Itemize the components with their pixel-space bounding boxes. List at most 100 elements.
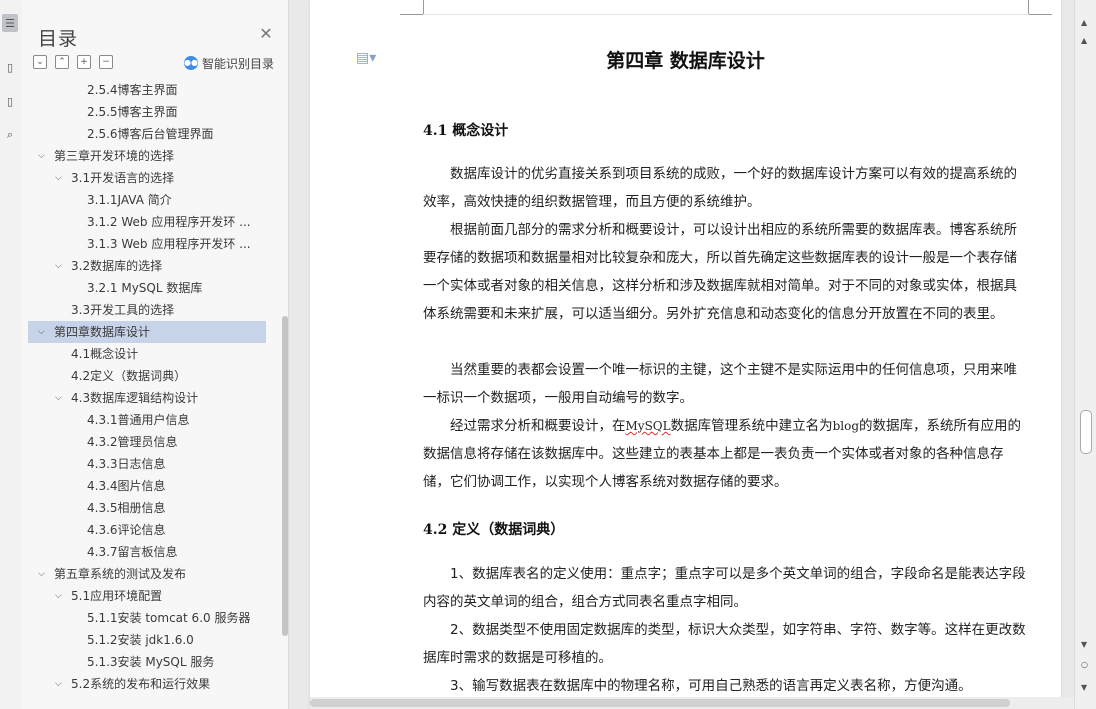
remove-icon[interactable]: − bbox=[99, 55, 113, 69]
toc-item[interactable]: 2.5.5博客主界面 bbox=[28, 101, 266, 123]
collapse-all-icon[interactable]: ⌃ bbox=[55, 55, 69, 69]
toc-item[interactable]: ⌵ 5.1应用环境配置 bbox=[28, 585, 266, 607]
paragraph: 3、输写数据表在数据库中的物理名称，可用自己熟悉的语言再定义表名称，方便沟通。 bbox=[450, 678, 972, 694]
toc-item[interactable]: 3.3开发工具的选择 bbox=[28, 299, 266, 321]
toc-item-label: 2.5.6博客后台管理界面 bbox=[87, 127, 214, 141]
toc-list: 2.5.4博客主界面 2.5.5博客主界面 2.5.6博客后台管理界面 ⌵ 第三章开发环… bbox=[28, 79, 266, 699]
page-top-edge bbox=[423, 14, 1029, 15]
toc-item-label: 4.3.6评论信息 bbox=[87, 523, 166, 537]
scroll-up-icon[interactable]: ▲ bbox=[1081, 36, 1087, 45]
paragraph: 1、数据库表名的定义使用：重点字；重点字可以是多个英文单词的组合，字段命名是能表… bbox=[423, 566, 1026, 610]
chapter-title: 第四章 数据库设计 bbox=[606, 50, 765, 72]
toc-panel: 目录 ✕ ⌄ ⌃ + − ●● 智能识别目录 2.5.4博客主界面 2.5.5博客… bbox=[22, 0, 289, 709]
expand-all-icon[interactable]: ⌄ bbox=[33, 55, 47, 69]
toc-item-label: 4.1概念设计 bbox=[71, 347, 139, 361]
paragraph: 数据库设计的优劣直接关系到项目系统的成败，一个好的数据库设计方案可以有效的提高系… bbox=[423, 166, 1017, 210]
toc-item-label: 3.2.1 MySQL 数据库 bbox=[87, 281, 203, 295]
toc-item[interactable]: 4.3.2管理员信息 bbox=[28, 431, 266, 453]
toc-item-label: 第三章开发环境的选择 bbox=[54, 149, 175, 163]
toc-item[interactable]: 4.1概念设计 bbox=[28, 343, 266, 365]
toc-item-label: 4.3.3日志信息 bbox=[87, 457, 166, 471]
toc-item[interactable]: 4.3.1普通用户信息 bbox=[28, 409, 266, 431]
chevron-down-icon[interactable]: ⌵ bbox=[38, 563, 45, 585]
vertical-scrollbar[interactable]: ▲ ▲ ▼ ○ ▼ bbox=[1074, 0, 1096, 709]
chevron-down-icon[interactable]: ⌵ bbox=[55, 673, 62, 695]
page-corner-mark bbox=[423, 0, 424, 14]
toc-item-label: 3.1.3 Web 应用程序开发环 ... bbox=[87, 237, 251, 251]
bookmark-icon[interactable]: ▯ bbox=[2, 58, 18, 76]
page-dot-icon[interactable]: ○ bbox=[1081, 660, 1088, 669]
toc-item[interactable]: 3.1.2 Web 应用程序开发环 ... bbox=[28, 211, 266, 233]
hscroll-thumb[interactable] bbox=[310, 699, 1010, 707]
toc-item-label: 第五章系统的测试及发布 bbox=[54, 567, 187, 581]
toc-item-label: 5.1.2安装 jdk1.6.0 bbox=[87, 633, 194, 647]
toc-icon[interactable]: ☰ bbox=[2, 14, 18, 32]
toc-item[interactable]: 2.5.6博客后台管理界面 bbox=[28, 123, 266, 145]
paragraph: 当然重要的表都会设置一个唯一标识的主键，这个主键不是实际运用中的任何信息项，只用… bbox=[423, 362, 1017, 406]
toc-item[interactable]: ⌵ 第四章数据库设计 bbox=[28, 321, 266, 343]
toc-item[interactable]: ⌵ 4.3数据库逻辑结构设计 bbox=[28, 387, 266, 409]
robot-icon: ●● bbox=[184, 56, 198, 70]
toc-item-label: 3.1.1JAVA 简介 bbox=[87, 193, 172, 207]
toc-item-label: 3.2数据库的选择 bbox=[71, 259, 163, 273]
text-run-blog: blog bbox=[832, 419, 860, 433]
scroll-down-icon[interactable]: ▼ bbox=[1081, 683, 1087, 692]
toc-item-label: 3.1.2 Web 应用程序开发环 ... bbox=[87, 215, 251, 229]
page-corner-mark bbox=[1028, 14, 1052, 15]
toc-item[interactable]: 3.2.1 MySQL 数据库 bbox=[28, 277, 266, 299]
toc-item[interactable]: 4.2定义（数据词典） bbox=[28, 365, 266, 387]
chevron-down-icon[interactable]: ⌵ bbox=[55, 387, 62, 409]
toc-toolbar: ⌄ ⌃ + − bbox=[33, 55, 113, 71]
toc-item-label: 4.3.4图片信息 bbox=[87, 479, 166, 493]
toc-item[interactable]: 5.1.1安装 tomcat 6.0 服务器 bbox=[28, 607, 266, 629]
text-run: 数据库管理系统中建立名为 bbox=[670, 418, 833, 434]
chevron-down-icon[interactable]: ⌵ bbox=[38, 321, 45, 343]
toc-item-label: 5.1.3安装 MySQL 服务 bbox=[87, 655, 215, 669]
toc-item[interactable]: ⌵ 第三章开发环境的选择 bbox=[28, 145, 266, 167]
toc-item[interactable]: ⌵ 5.2系统的发布和运行效果 bbox=[28, 673, 266, 695]
search-icon[interactable]: ⌕ bbox=[2, 126, 18, 144]
toc-item-label: 4.3.2管理员信息 bbox=[87, 435, 178, 449]
toc-item[interactable]: ⌵ 3.1开发语言的选择 bbox=[28, 167, 266, 189]
section-title: 4.2 定义（数据词典） bbox=[423, 522, 565, 538]
toc-item[interactable]: 5.1.3安装 MySQL 服务 bbox=[28, 651, 266, 673]
toc-item-label: 第四章数据库设计 bbox=[54, 325, 151, 339]
toc-item[interactable]: 5.1.2安装 jdk1.6.0 bbox=[28, 629, 266, 651]
side-icon-strip: ☰ ▯ ▯ ⌕ bbox=[0, 0, 23, 709]
add-icon[interactable]: + bbox=[77, 55, 91, 69]
toc-item-label: 5.1应用环境配置 bbox=[71, 589, 163, 603]
toc-item[interactable]: 4.3.4图片信息 bbox=[28, 475, 266, 497]
toc-item-label: 4.2定义（数据词典） bbox=[71, 369, 187, 383]
close-icon[interactable]: ✕ bbox=[258, 26, 274, 42]
page-corner-mark bbox=[400, 14, 424, 15]
smart-toc-button[interactable]: ●● 智能识别目录 bbox=[184, 55, 274, 71]
toc-item[interactable]: ⌵ 第五章系统的测试及发布 bbox=[28, 563, 266, 585]
chevron-down-icon[interactable]: ⌵ bbox=[55, 167, 62, 189]
chevron-down-icon[interactable]: ⌵ bbox=[38, 145, 45, 167]
toc-item[interactable]: 4.3.3日志信息 bbox=[28, 453, 266, 475]
scroll-thumb[interactable] bbox=[1080, 410, 1092, 454]
toc-item[interactable]: 3.1.3 Web 应用程序开发环 ... bbox=[28, 233, 266, 255]
toc-item[interactable]: 4.3.6评论信息 bbox=[28, 519, 266, 541]
horizontal-scrollbar[interactable] bbox=[310, 697, 1074, 709]
toc-item[interactable]: 2.5.4博客主界面 bbox=[28, 79, 266, 101]
page-icon[interactable]: ▯ bbox=[2, 92, 18, 110]
text-run: 经过需求分析和概要设计，在 bbox=[450, 418, 626, 434]
document-page: ▤▾ 第四章 数据库设计 4.1 概念设计 数据库设计的优劣直接关系到项目系统的… bbox=[310, 0, 1061, 709]
toc-item[interactable]: 4.3.7留言板信息 bbox=[28, 541, 266, 563]
paragraph: 经过需求分析和概要设计，在MySQL数据库管理系统中建立名为blog的数据库，系… bbox=[423, 412, 1029, 496]
toc-item[interactable]: ⌵ 3.2数据库的选择 bbox=[28, 255, 266, 277]
scroll-down-icon[interactable]: ▼ bbox=[1081, 640, 1087, 649]
chevron-down-icon[interactable]: ⌵ bbox=[55, 255, 62, 277]
toc-item[interactable]: 4.3.5相册信息 bbox=[28, 497, 266, 519]
text-run-mysql: MySQL bbox=[625, 419, 671, 433]
toc-item-label: 4.3.5相册信息 bbox=[87, 501, 166, 515]
smart-toc-label: 智能识别目录 bbox=[202, 56, 275, 71]
scroll-up-icon[interactable]: ▲ bbox=[1081, 18, 1087, 27]
toc-item-label: 3.1开发语言的选择 bbox=[71, 171, 175, 185]
toc-item-label: 4.3.7留言板信息 bbox=[87, 545, 178, 559]
toc-item-label: 5.2系统的发布和运行效果 bbox=[71, 677, 211, 691]
chevron-down-icon[interactable]: ⌵ bbox=[55, 585, 62, 607]
toc-scrollbar[interactable] bbox=[282, 316, 288, 636]
toc-item[interactable]: 3.1.1JAVA 简介 bbox=[28, 189, 266, 211]
